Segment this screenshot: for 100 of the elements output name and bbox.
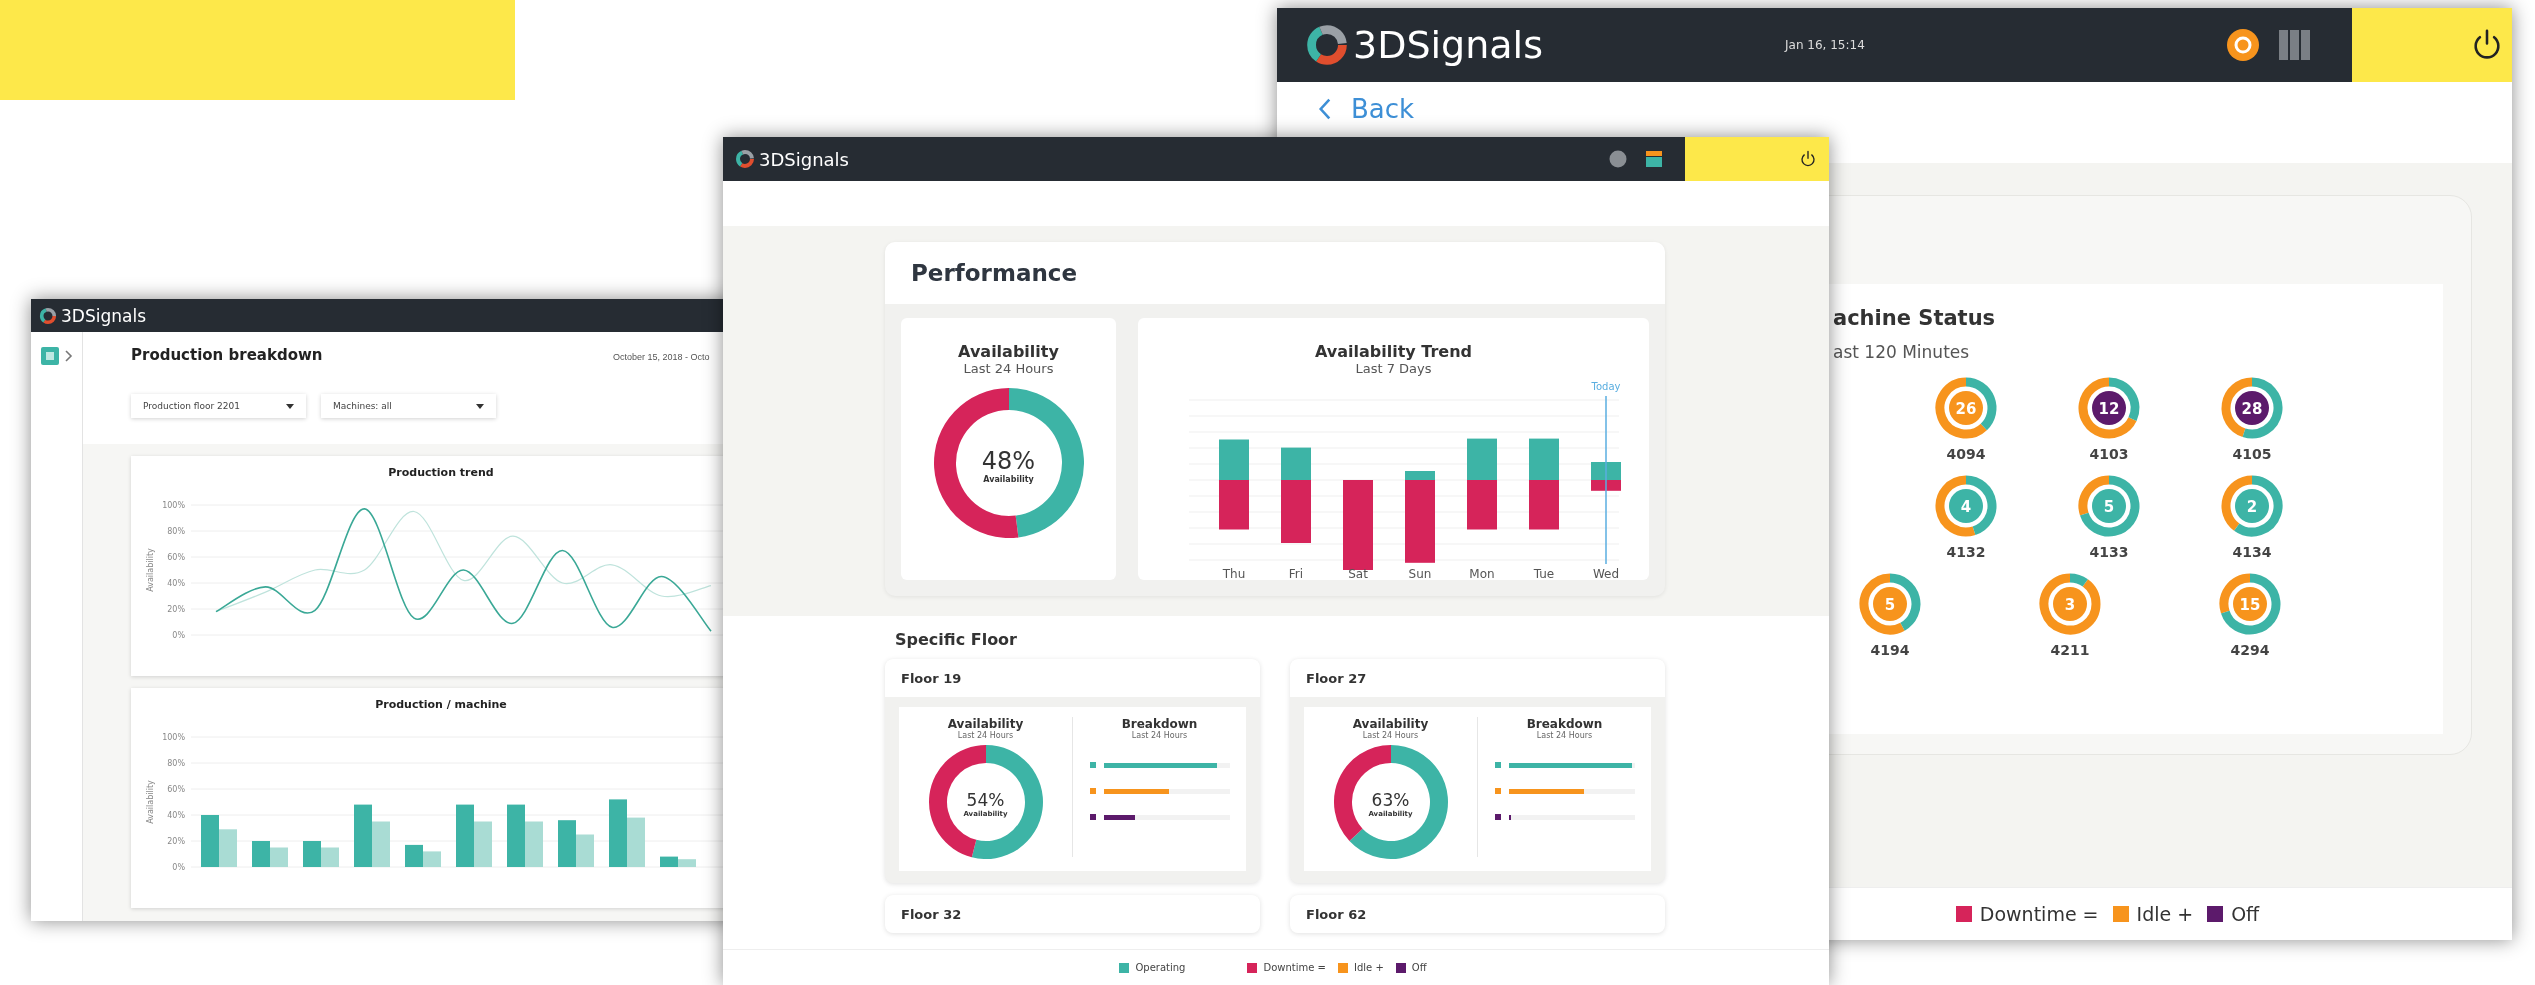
count-badge: 26 (1949, 391, 1983, 425)
grid-icon[interactable] (2278, 28, 2312, 62)
axis-label: Availability (146, 548, 155, 592)
date-range-text: October 15, 2018 - Octo (613, 352, 710, 362)
bar (372, 821, 390, 867)
day-label: Sun (1408, 567, 1431, 578)
logo-text: 3DSignals (759, 148, 849, 170)
status-ring-drawing (2221, 377, 2283, 439)
tick-label: 20% (167, 605, 185, 614)
bar (609, 799, 627, 867)
panel-title: Breakdown (1526, 717, 1603, 731)
machine-id: 4094 (1946, 446, 1986, 462)
machine-id: 4132 (1946, 544, 1986, 560)
tick-label: 80% (167, 759, 185, 768)
day-label: Thu (1222, 567, 1245, 578)
machine-id: 4133 (2089, 544, 2129, 560)
machine-id: 4134 (2232, 544, 2272, 560)
legend-label: Downtime = (1263, 962, 1326, 973)
panel-subtitle: Last 24 Hours (957, 731, 1014, 740)
panel-subtitle: Last 24 Hours (1131, 731, 1188, 740)
panel-subtitle: Last 24 Hours (1536, 731, 1593, 740)
logo-icon (735, 149, 755, 169)
bar (456, 804, 474, 867)
day-label: Mon (1468, 567, 1495, 578)
bar (627, 817, 645, 867)
power-icon[interactable] (1799, 150, 1817, 168)
count-badge: 28 (2235, 391, 2269, 425)
card-title: Floor 62 (1290, 895, 1665, 933)
tick-label: 0% (172, 863, 185, 872)
status-ring-drawing (2039, 573, 2101, 635)
bar (507, 804, 525, 867)
logo-icon (1305, 23, 1349, 67)
logo-text: 3DSignals (1353, 23, 1543, 67)
count-badge: 5 (2092, 489, 2126, 523)
legend-label: Idle + (2136, 903, 2194, 925)
count-badge: 12 (2092, 391, 2126, 425)
panel-title: achine Status (1832, 306, 1997, 330)
bar (474, 821, 492, 867)
status-ring-drawing (2219, 573, 2281, 635)
bar (354, 804, 372, 867)
logo-icon (39, 306, 57, 325)
grid-icon[interactable] (1645, 150, 1663, 168)
tick-label: 100% (162, 501, 185, 510)
card-title: Floor 27 (1290, 659, 1665, 697)
machine-id: 4105 (2232, 446, 2272, 462)
tick-label: 80% (167, 527, 185, 536)
panel-title: Availability (1352, 717, 1429, 731)
panel-title: Availability (947, 717, 1024, 731)
tick-label: 40% (167, 579, 185, 588)
chart-title: Production trend (387, 466, 495, 479)
day-label: Sat (1347, 567, 1368, 578)
logo-text: 3DSignals (61, 305, 146, 326)
section-title: Specific Floor (895, 630, 1018, 649)
chart-title: Production / machine (374, 698, 508, 711)
tick-label: 60% (167, 553, 185, 562)
status-ring-drawing (2221, 475, 2283, 537)
panel-title: Availability Trend (1314, 342, 1473, 361)
tick-label: 20% (167, 837, 185, 846)
bar (525, 821, 543, 867)
count-badge: 3 (2053, 587, 2087, 621)
legend-label: Operating (1135, 962, 1186, 973)
bar (270, 847, 288, 867)
status-ring-drawing (2078, 475, 2140, 537)
card-title: Performance (885, 242, 1665, 304)
page-title: Production breakdown (131, 346, 324, 364)
day-label: Tue (1533, 567, 1554, 578)
status-ring-drawing (1859, 573, 1921, 635)
axis-label: Availability (146, 780, 155, 824)
bar (576, 834, 594, 867)
dropdown[interactable]: Production floor 2201 (131, 394, 306, 418)
caret-icon (476, 403, 484, 409)
count-badge: 4 (1949, 489, 1983, 523)
percent-value: 48% (981, 446, 1036, 475)
today-label: Today (1591, 381, 1620, 392)
panel-subtitle: Last 24 Hours (963, 361, 1054, 376)
panel-subtitle: Last 24 Hours (1362, 731, 1419, 740)
tick-label: 40% (167, 811, 185, 820)
machine-id: 4294 (2230, 642, 2270, 658)
bar (660, 856, 678, 867)
donut-caption: Availability (983, 474, 1034, 484)
bar (252, 841, 270, 867)
day-label: Fri (1288, 567, 1303, 578)
dropdown[interactable]: Machines: all (321, 394, 496, 418)
tick-label: 60% (167, 785, 185, 794)
caret-icon (286, 403, 294, 409)
legend-label: Off (1411, 962, 1427, 973)
count-badge: 15 (2233, 587, 2267, 621)
bar (303, 841, 321, 867)
machine-id: 4211 (2050, 642, 2090, 658)
count-badge: 5 (1873, 587, 1907, 621)
bar (219, 829, 237, 867)
panel-subtitle: ast 120 Minutes (1832, 342, 1971, 362)
status-circle-icon[interactable] (2226, 28, 2260, 62)
card-title: Floor 19 (885, 659, 1260, 697)
report-icon[interactable] (41, 346, 75, 366)
machine-id: 4103 (2089, 446, 2129, 462)
chevron-left-icon (1317, 97, 1333, 121)
panel-title: Breakdown (1121, 717, 1198, 731)
bar (201, 815, 219, 867)
status-ring-drawing (1935, 475, 1997, 537)
